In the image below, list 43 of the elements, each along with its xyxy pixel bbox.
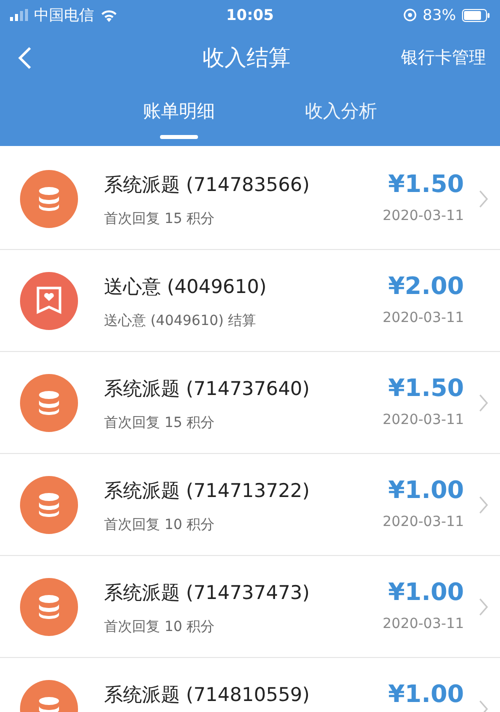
page-title: 收入结算	[202, 44, 290, 72]
record-subtitle: 首次回复 15 积分	[104, 414, 216, 432]
clock-time: 10:05	[226, 6, 274, 24]
carrier-label: 中国电信	[34, 6, 94, 24]
record-title: 送心意 (4049610)	[104, 275, 268, 300]
record-title: 系统派题 (714810559)	[104, 683, 311, 708]
record-subtitle: 送心意 (4049610) 结算	[104, 312, 258, 330]
amount-label: ¥1.50	[388, 170, 464, 198]
record-subtitle: 首次回复 15 积分	[104, 210, 216, 228]
signal-icon	[10, 9, 28, 21]
battery-icon	[462, 8, 490, 22]
record-row[interactable]: 系统派题 (714713722) 首次回复 10 积分 ¥1.00 2020-03-11	[0, 454, 500, 556]
back-chevron-icon	[18, 46, 32, 70]
record-title: 系统派题 (714737640)	[104, 377, 311, 402]
record-row[interactable]: 系统派题 (714783566) 首次回复 15 积分 ¥1.50 2020-03-11	[0, 148, 500, 250]
coin-stack-icon	[36, 492, 62, 518]
record-title: 系统派题 (714737473)	[104, 581, 311, 606]
date-label: 2020-03-11	[382, 514, 464, 530]
record-row[interactable]: 系统派题 (714737640) 首次回复 15 积分 ¥1.50 2020-03-11	[0, 352, 500, 454]
battery-percent: 83%	[422, 6, 456, 24]
amount-label: ¥1.00	[388, 680, 464, 708]
record-row[interactable]: 送心意 (4049610) 送心意 (4049610) 结算 ¥2.00 2020-03-11	[0, 250, 500, 352]
date-label: 2020-03-11	[382, 412, 464, 428]
amount-label: ¥1.00	[388, 476, 464, 504]
back-button[interactable]	[18, 46, 32, 70]
amount-label: ¥2.00	[388, 272, 464, 300]
record-title: 系统派题 (714713722)	[104, 479, 311, 504]
date-label: 2020-03-11	[382, 310, 464, 326]
record-title: 系统派题 (714783566)	[104, 173, 311, 198]
record-row[interactable]: 系统派题 (714810559) ¥1.00	[0, 658, 500, 712]
amount-label: ¥1.00	[388, 578, 464, 606]
date-label: 2020-03-11	[382, 616, 464, 632]
record-row[interactable]: 系统派题 (714737473) 首次回复 10 积分 ¥1.00 2020-03-11	[0, 556, 500, 658]
record-subtitle: 首次回复 10 积分	[104, 516, 216, 534]
amount-label: ¥1.50	[388, 374, 464, 402]
orientation-lock-icon	[402, 8, 417, 22]
coin-stack-icon	[36, 594, 62, 620]
coin-stack-icon	[36, 390, 62, 416]
date-label: 2020-03-11	[382, 208, 464, 224]
heart-banner-icon	[35, 286, 63, 316]
wifi-icon	[100, 8, 118, 22]
record-subtitle: 首次回复 10 积分	[104, 618, 216, 636]
coin-stack-icon	[36, 186, 62, 212]
